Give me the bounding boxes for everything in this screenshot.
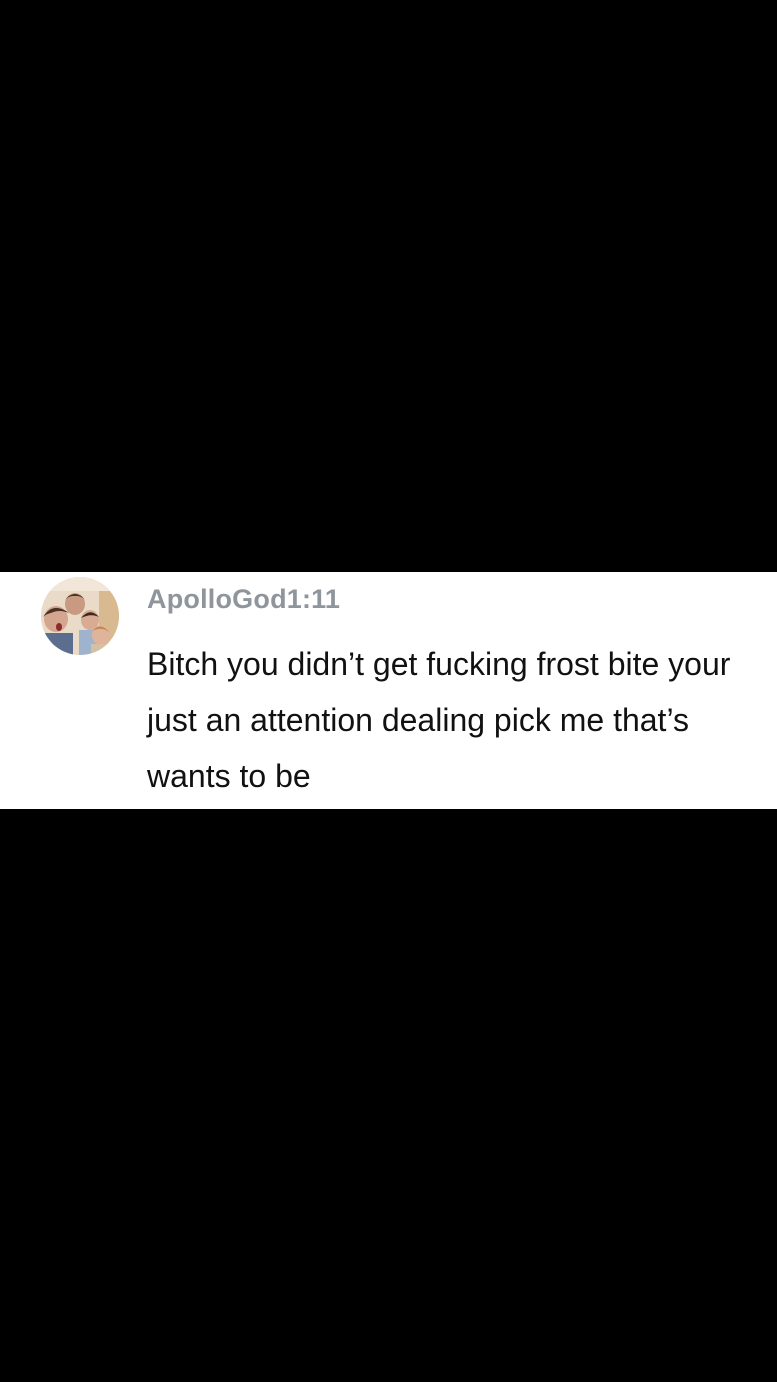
comment-card: ApolloGod1:11 Bitch you didn’t get fucki… [0, 572, 777, 809]
black-letterbox-top [0, 0, 777, 572]
comment-text: Bitch you didn’t get fucking frost bite … [147, 646, 731, 794]
black-letterbox-bottom [0, 809, 777, 1382]
comment-username[interactable]: ApolloGod1:11 [147, 584, 340, 615]
avatar[interactable] [41, 577, 119, 655]
avatar-photo-icon [41, 577, 119, 655]
